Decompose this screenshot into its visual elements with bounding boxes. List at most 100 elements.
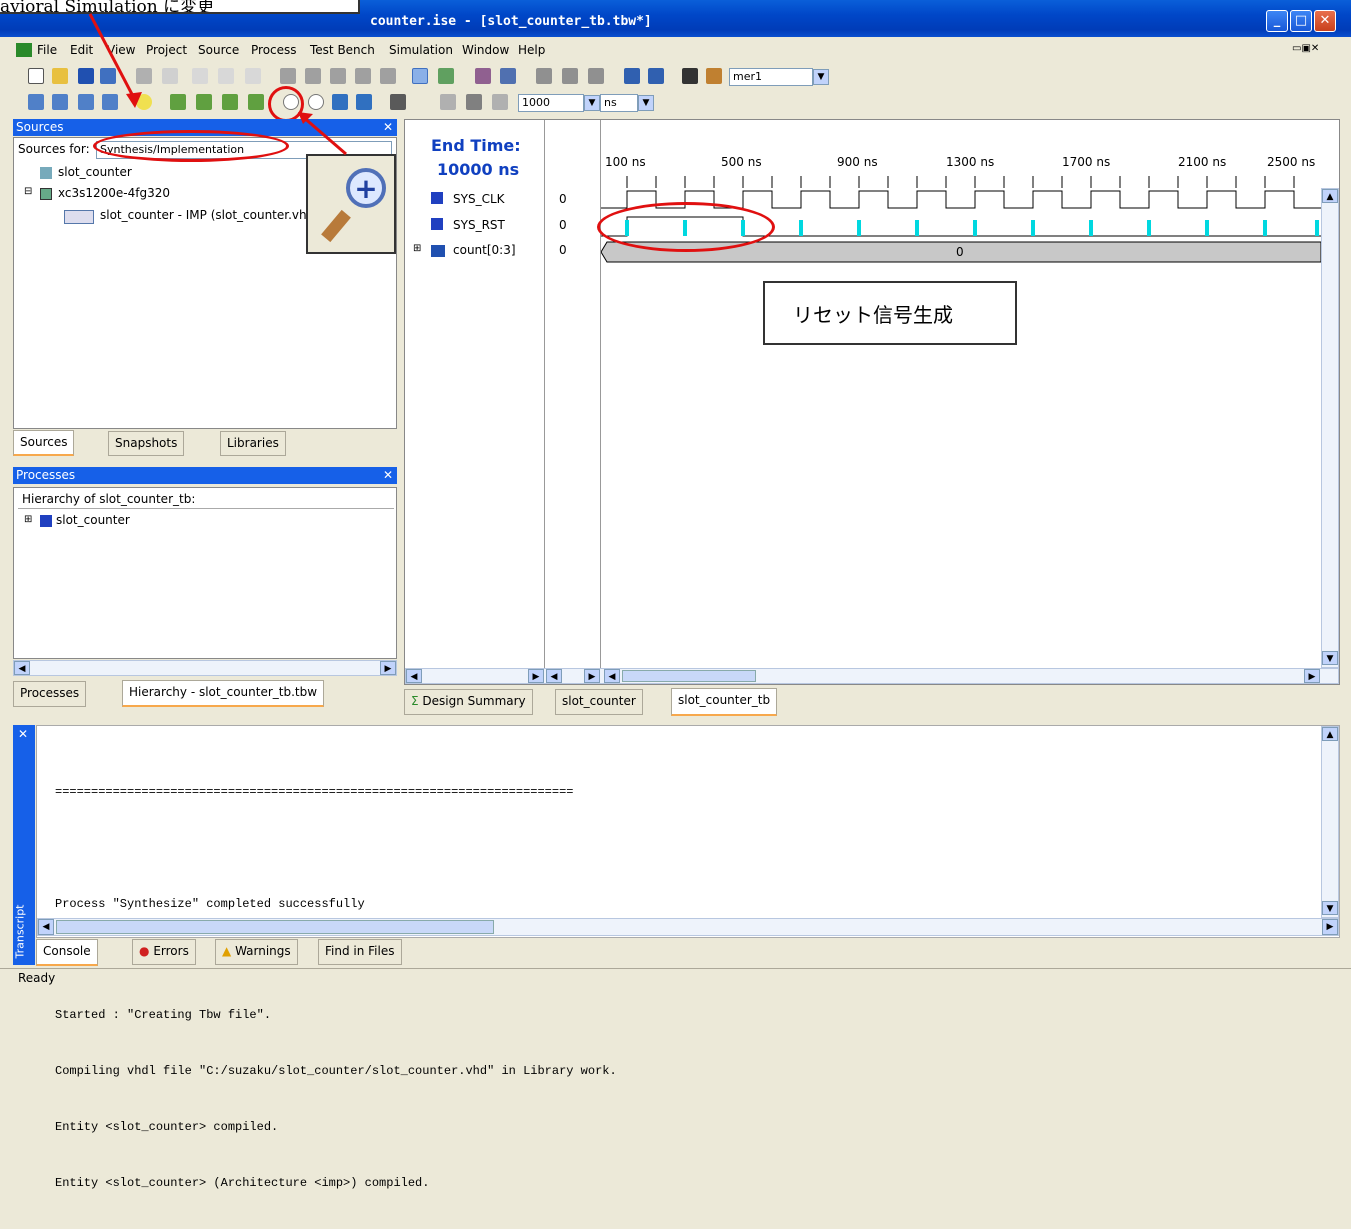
tab-slot-counter[interactable]: slot_counter (555, 689, 643, 715)
menu-project[interactable]: Project (146, 43, 187, 57)
hierarchy4-icon[interactable] (355, 68, 371, 84)
close-icon[interactable]: ✕ (383, 119, 393, 136)
wave-hscrollbar[interactable]: ◀ ▶ ◀ ▶ ◀ ▶ (405, 668, 1339, 684)
tile-vertical-icon[interactable] (78, 94, 94, 110)
tree-item-slot-counter[interactable]: slot_counter (56, 513, 130, 527)
save-all-icon[interactable] (100, 68, 116, 84)
menu-simulation[interactable]: Simulation (389, 43, 453, 57)
transcript-hscrollbar[interactable]: ◀ ▶ (37, 918, 1339, 936)
shift-right-icon[interactable] (248, 94, 264, 110)
tab-processes[interactable]: Processes (13, 681, 87, 707)
add-bus-icon[interactable] (196, 94, 212, 110)
menu-help[interactable]: Help (518, 43, 545, 57)
tab-sources[interactable]: Sources (13, 430, 75, 456)
tab-hierarchy[interactable]: Hierarchy - slot_counter_tb.tbw (122, 680, 325, 707)
time-unit-select[interactable]: ns (600, 94, 638, 112)
sources-hscrollbar[interactable]: ◀ ▶ (13, 660, 397, 676)
close-button[interactable]: ✕ (1314, 10, 1336, 32)
scroll-left-icon[interactable]: ◀ (38, 919, 54, 935)
mdi-controls[interactable]: ▭▣✕ (1292, 43, 1336, 57)
chevron-down-icon[interactable]: ▼ (584, 95, 600, 111)
zoom-fit-icon[interactable] (332, 94, 348, 110)
copy-icon[interactable] (562, 68, 578, 84)
step-icon[interactable] (440, 94, 456, 110)
open-folder-icon[interactable] (52, 68, 68, 84)
add-signal-icon[interactable] (170, 94, 186, 110)
print-preview-icon[interactable] (162, 68, 178, 84)
menu-process[interactable]: Process (251, 43, 297, 57)
menu-file[interactable]: File (37, 43, 57, 57)
zoom-full-icon[interactable] (356, 94, 372, 110)
tab-warnings[interactable]: ▲ Warnings (215, 939, 298, 965)
new-file-icon[interactable] (28, 68, 44, 84)
scroll-up-icon[interactable]: ▲ (1322, 727, 1338, 741)
expand-icon[interactable]: ⊞ (413, 243, 421, 254)
tab-snapshots[interactable]: Snapshots (108, 431, 185, 456)
edit-doc-icon[interactable] (218, 68, 234, 84)
window-icon[interactable] (102, 94, 118, 110)
close-icon[interactable]: ✕ (383, 467, 393, 484)
tab-libraries[interactable]: Libraries (220, 431, 286, 456)
scroll-down-icon[interactable]: ▼ (1322, 901, 1338, 915)
tree-item-device[interactable]: xc3s1200e-4fg320 (58, 186, 170, 200)
menu-source[interactable]: Source (198, 43, 239, 57)
scroll-right-icon[interactable]: ▶ (380, 661, 396, 675)
scroll-left-icon[interactable]: ◀ (14, 661, 30, 675)
tab-slot-counter-tb[interactable]: slot_counter_tb (671, 688, 778, 716)
maximize-button[interactable]: □ (1290, 10, 1312, 32)
tab-design-summary[interactable]: Σ Design Summary (404, 689, 533, 715)
tools-icon[interactable] (475, 68, 491, 84)
scroll-right-icon[interactable]: ▶ (1304, 669, 1320, 683)
wizard-icon[interactable] (412, 68, 428, 84)
expand-icon[interactable]: ⊟ (24, 186, 32, 197)
tree-item-module[interactable]: slot_counter - IMP (slot_counter.vhd (100, 208, 314, 222)
shift-left-icon[interactable] (222, 94, 238, 110)
run-for-icon[interactable] (492, 94, 508, 110)
scroll-right-icon[interactable]: ▶ (528, 669, 544, 683)
menu-window[interactable]: Window (462, 43, 509, 57)
close-icon[interactable]: ✕ (18, 727, 28, 741)
signal-name[interactable]: SYS_RST (453, 218, 505, 232)
tab-find-in-files[interactable]: Find in Files (318, 939, 402, 965)
hierarchy2-icon[interactable] (305, 68, 321, 84)
redo-icon[interactable] (648, 68, 664, 84)
scroll-left-icon[interactable]: ◀ (406, 669, 422, 683)
wave-vscrollbar[interactable]: ▲ ▼ (1321, 188, 1339, 668)
sim-time-input[interactable]: 1000 (518, 94, 584, 112)
menu-edit[interactable]: Edit (70, 43, 93, 57)
menu-view[interactable]: View (107, 43, 135, 57)
lightbulb-icon[interactable] (136, 94, 152, 110)
run-icon[interactable] (466, 94, 482, 110)
save-icon[interactable] (78, 68, 94, 84)
undo-icon[interactable] (624, 68, 640, 84)
find-in-files-icon[interactable] (706, 68, 722, 84)
chevron-down-icon[interactable]: ▼ (638, 95, 654, 111)
hierarchy-icon[interactable] (280, 68, 296, 84)
scroll-up-icon[interactable]: ▲ (1322, 189, 1338, 203)
scroll-down-icon[interactable]: ▼ (1322, 651, 1338, 665)
check-doc-icon[interactable] (245, 68, 261, 84)
menu-test-bench[interactable]: Test Bench (310, 43, 375, 57)
expand-icon[interactable]: ⊞ (24, 514, 32, 525)
find-icon[interactable] (682, 68, 698, 84)
scroll-left-icon[interactable]: ◀ (546, 669, 562, 683)
scroll-thumb[interactable] (56, 920, 494, 934)
zoom-out-icon[interactable] (308, 94, 324, 110)
marker-icon[interactable] (390, 94, 406, 110)
signal-name[interactable]: SYS_CLK (453, 192, 505, 206)
tab-console[interactable]: Console (36, 939, 98, 966)
tab-errors[interactable]: ● Errors (132, 939, 196, 965)
hierarchy5-icon[interactable] (380, 68, 396, 84)
cut-icon[interactable] (536, 68, 552, 84)
paste-icon[interactable] (588, 68, 604, 84)
print-icon[interactable] (136, 68, 152, 84)
scroll-right-icon[interactable]: ▶ (1322, 919, 1338, 935)
tree-item-project[interactable]: slot_counter (58, 165, 132, 179)
scroll-left-icon[interactable]: ◀ (604, 669, 620, 683)
scroll-right-icon[interactable]: ▶ (584, 669, 600, 683)
transcript-vscrollbar[interactable]: ▲ ▼ (1321, 726, 1339, 918)
cascade-icon[interactable] (28, 94, 44, 110)
signal-name[interactable]: count[0:3] (453, 243, 516, 257)
scroll-thumb[interactable] (622, 670, 756, 682)
hierarchy3-icon[interactable] (330, 68, 346, 84)
